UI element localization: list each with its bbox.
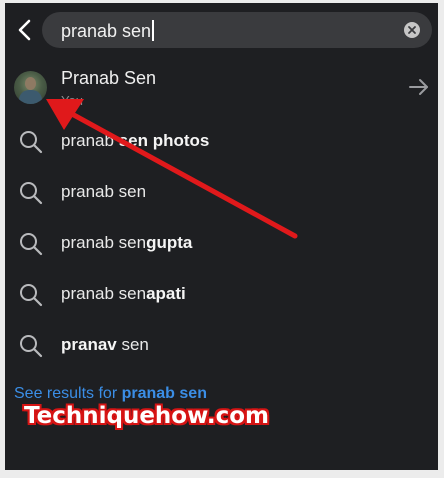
see-all-results-link[interactable]: See results for pranab sen bbox=[14, 385, 207, 403]
search-query-text: pranab sen bbox=[61, 20, 155, 42]
search-screen: pranab sen Pranab Sen You pranab sen pho… bbox=[5, 3, 438, 470]
search-input[interactable]: pranab sen bbox=[42, 12, 432, 48]
suggestion-text: pranab sen bbox=[61, 182, 147, 201]
search-icon bbox=[20, 131, 43, 154]
suggestion-text: pranab sengupta bbox=[61, 233, 193, 252]
profile-name: Pranab Sen bbox=[61, 68, 157, 88]
arrow-right-icon[interactable] bbox=[408, 77, 430, 97]
watermark: Techniquehow.com bbox=[24, 403, 270, 429]
suggestion-row[interactable]: pranab sen photos bbox=[5, 117, 438, 165]
suggestion-text: pranab senapati bbox=[61, 284, 186, 303]
clear-search-icon[interactable] bbox=[404, 22, 420, 38]
profile-subtitle: You bbox=[61, 93, 83, 108]
suggestion-row[interactable]: pranab sen bbox=[5, 168, 438, 216]
back-arrow-icon[interactable] bbox=[13, 17, 37, 43]
search-icon bbox=[20, 284, 43, 307]
search-icon bbox=[20, 233, 43, 256]
suggestion-text: pranav sen bbox=[61, 335, 149, 354]
search-icon bbox=[20, 335, 43, 358]
suggestion-row[interactable]: pranab senapati bbox=[5, 270, 438, 318]
text-cursor bbox=[152, 20, 155, 41]
search-icon bbox=[20, 182, 43, 205]
search-header: pranab sen bbox=[5, 3, 438, 57]
avatar bbox=[14, 71, 47, 104]
profile-result-row[interactable]: Pranab Sen You bbox=[5, 61, 438, 115]
suggestion-text: pranab sen photos bbox=[61, 131, 210, 150]
suggestion-row[interactable]: pranav sen bbox=[5, 321, 438, 369]
suggestion-row[interactable]: pranab sengupta bbox=[5, 219, 438, 267]
